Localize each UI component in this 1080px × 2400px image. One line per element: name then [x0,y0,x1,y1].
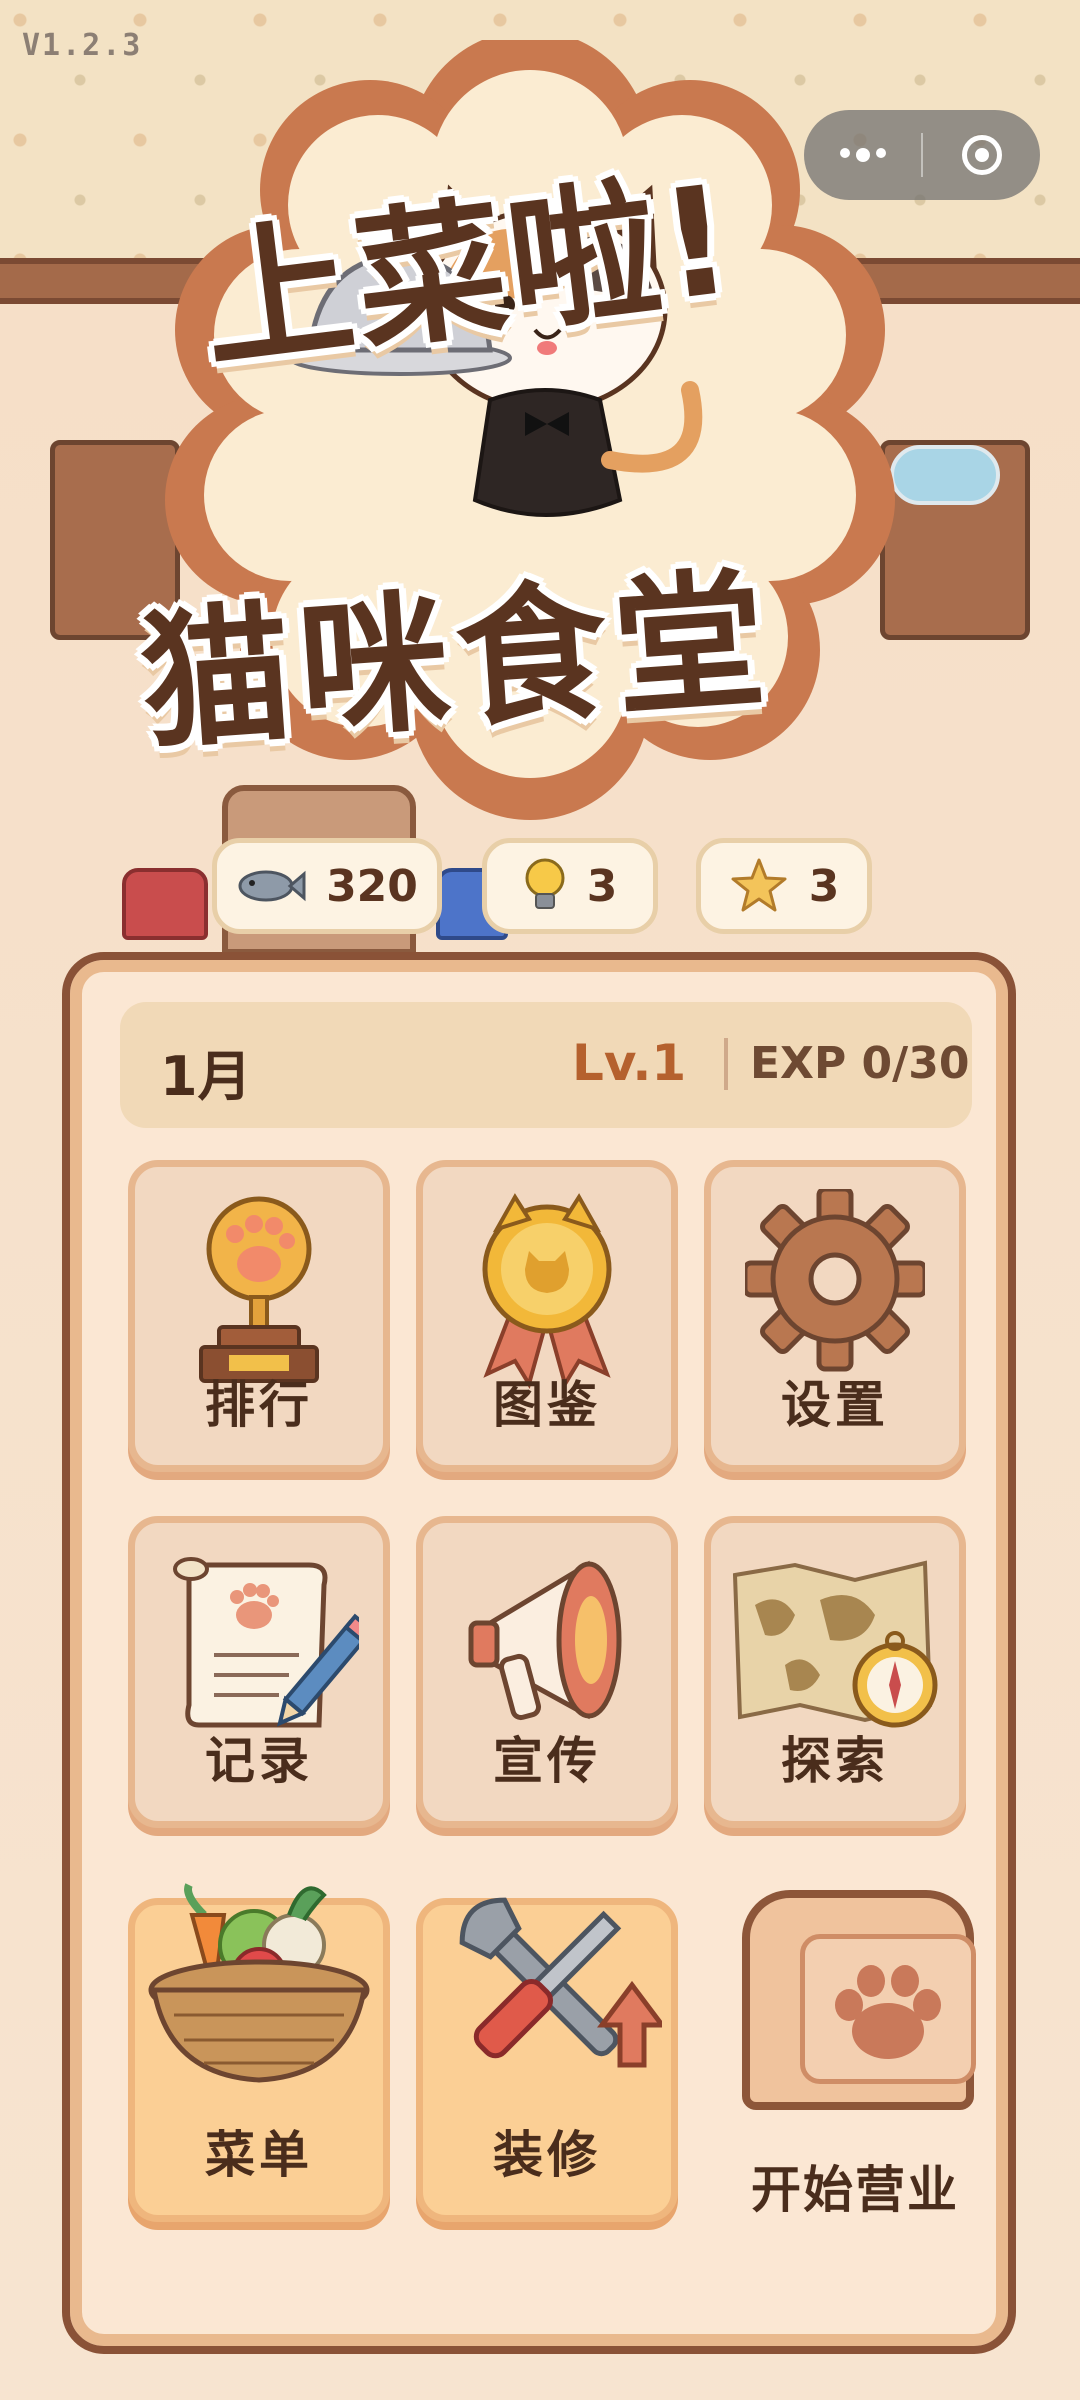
start-business-button[interactable]: 开始营业 [720,1890,980,2230]
version-label: V1.2.3 [22,28,143,63]
recipe-menu-label: 菜单 [205,2126,313,2184]
star-currency-pill: 3 [696,838,872,934]
red-chair [122,868,208,940]
idea-currency-pill: 3 [482,838,658,934]
fish-count: 320 [326,860,418,912]
ranking-button[interactable]: 排行 [128,1160,390,1472]
settings-button[interactable]: 设置 [704,1160,966,1472]
explore-label: 探索 [781,1732,889,1790]
decorate-button[interactable]: 装修 [416,1897,678,2222]
map-icon [732,1560,938,1728]
game-scene: V1.2.3 上菜啦! 猫咪食堂 320 3 3 1月 Lv.1 EXP 0/3… [0,0,1080,2400]
status-divider [724,1038,728,1090]
tools-icon [459,1897,662,2068]
scroll-icon [173,1557,359,1728]
promote-label: 宣传 [493,1732,601,1790]
lightbulb-icon [525,858,565,909]
star-icon [731,858,787,912]
megaphone-icon [468,1560,622,1721]
explore-button[interactable]: 探索 [704,1516,966,1828]
idea-count: 3 [586,860,618,912]
basket-icon [148,1883,370,2083]
collection-label: 图鉴 [493,1376,601,1434]
recipe-menu-button[interactable]: 菜单 [128,1883,390,2222]
start-business-label: 开始营业 [751,2161,959,2219]
decorate-label: 装修 [493,2126,601,2184]
collection-button[interactable]: 图鉴 [416,1160,678,1472]
main-menu-panel: 1月 Lv.1 EXP 0/30 排行 图鉴 设置 记录 宣传 探索 菜单 装修… [62,952,1016,2354]
paw-sign-icon [742,1890,976,2110]
game-logo: 上菜啦! 猫咪食堂 [136,40,910,820]
fish-currency-pill: 320 [212,838,442,934]
trophy-icon [199,1196,319,1383]
paw-sign-inner [800,1934,976,2084]
star-count: 3 [808,860,840,912]
paw-icon [835,1965,941,2059]
settings-label: 设置 [781,1376,889,1434]
status-bar: 1月 Lv.1 EXP 0/30 [120,1002,972,1128]
promote-button[interactable]: 宣传 [416,1516,678,1828]
close-button[interactable] [923,110,1040,200]
medal-icon [482,1193,612,1389]
fish-icon [238,870,306,902]
gear-icon [745,1189,925,1372]
target-icon [961,135,1002,175]
exp-label: EXP 0/30 [750,1038,970,1089]
logo-title-line2: 猫咪食堂 [135,553,779,771]
ranking-label: 排行 [205,1376,313,1434]
level-label: Lv.1 [572,1034,687,1092]
month-label: 1月 [160,1045,252,1108]
record-label: 记录 [205,1732,313,1790]
record-button[interactable]: 记录 [128,1516,390,1828]
